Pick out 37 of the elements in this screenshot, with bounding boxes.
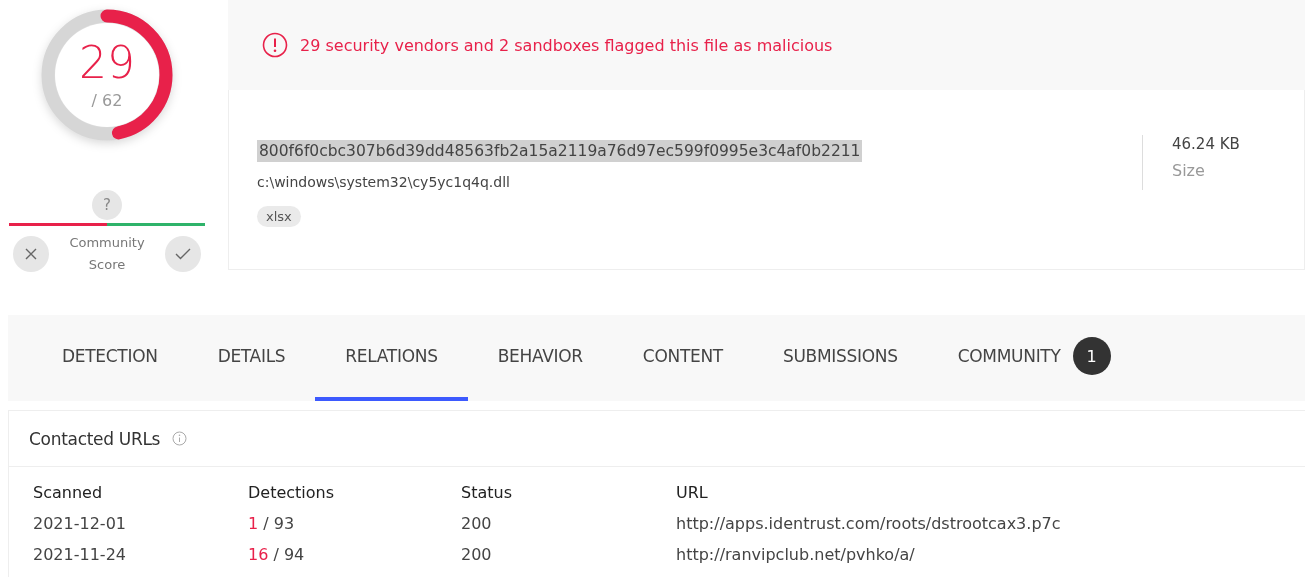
table-cell: 2021-12-01 xyxy=(33,514,126,533)
file-hash: 800f6f0cbc307b6d39dd48563fb2a15a2119a76d97ec599f0995e3c4af0b2211 xyxy=(257,140,863,162)
engine-total: / 62 xyxy=(91,90,123,110)
info-icon[interactable] xyxy=(172,431,188,446)
tab[interactable]: DETECTION xyxy=(40,315,188,401)
file-size-label: Size xyxy=(1172,161,1206,180)
file-path: c:\windows\system32\cy5yc1q4q.dll xyxy=(257,174,510,190)
checkmark-icon xyxy=(175,248,191,261)
vote-harmless-button[interactable] xyxy=(165,236,201,273)
table-cell: 1 / 93 xyxy=(248,514,295,533)
section-title: Contacted URLs xyxy=(29,428,161,449)
file-tag[interactable]: xlsx xyxy=(257,206,301,227)
file-size: 46.24 KB xyxy=(1172,135,1241,153)
tab[interactable]: BEHAVIOR xyxy=(467,315,613,401)
column-header: URL xyxy=(676,483,708,502)
tab[interactable]: COMMUNITY 1 xyxy=(927,315,1141,401)
tab[interactable]: RELATIONS xyxy=(315,315,468,401)
community-score-label: Community Score xyxy=(68,234,146,275)
vote-harmful-button[interactable] xyxy=(13,236,49,273)
detection-count: 29 xyxy=(79,40,135,85)
column-header: Status xyxy=(461,483,512,502)
url-link[interactable]: http://apps.identrust.com/roots/dstrootcax3.p7c xyxy=(676,514,1061,533)
table-cell: 2021-11-24 xyxy=(33,545,126,564)
table-cell: 16 / 94 xyxy=(248,545,305,564)
table-cell: 200 xyxy=(461,545,492,564)
alert-message: 29 security vendors and 2 sandboxes flagged this file as malicious xyxy=(300,35,833,55)
tab[interactable]: DETAILS xyxy=(187,315,316,401)
community-vote-marker: ? xyxy=(92,190,122,220)
column-header: Scanned xyxy=(33,483,103,502)
table-cell: 200 xyxy=(461,514,492,533)
exclamation-circle-icon xyxy=(262,32,288,58)
count-badge: 1 xyxy=(1072,337,1111,375)
tab[interactable]: CONTENT xyxy=(612,315,753,401)
column-header: Detections xyxy=(248,483,335,502)
close-icon xyxy=(25,248,37,261)
url-link[interactable]: http://ranvipclub.net/pvhko/a/ xyxy=(676,545,915,564)
tab[interactable]: SUBMISSIONS xyxy=(752,315,928,401)
